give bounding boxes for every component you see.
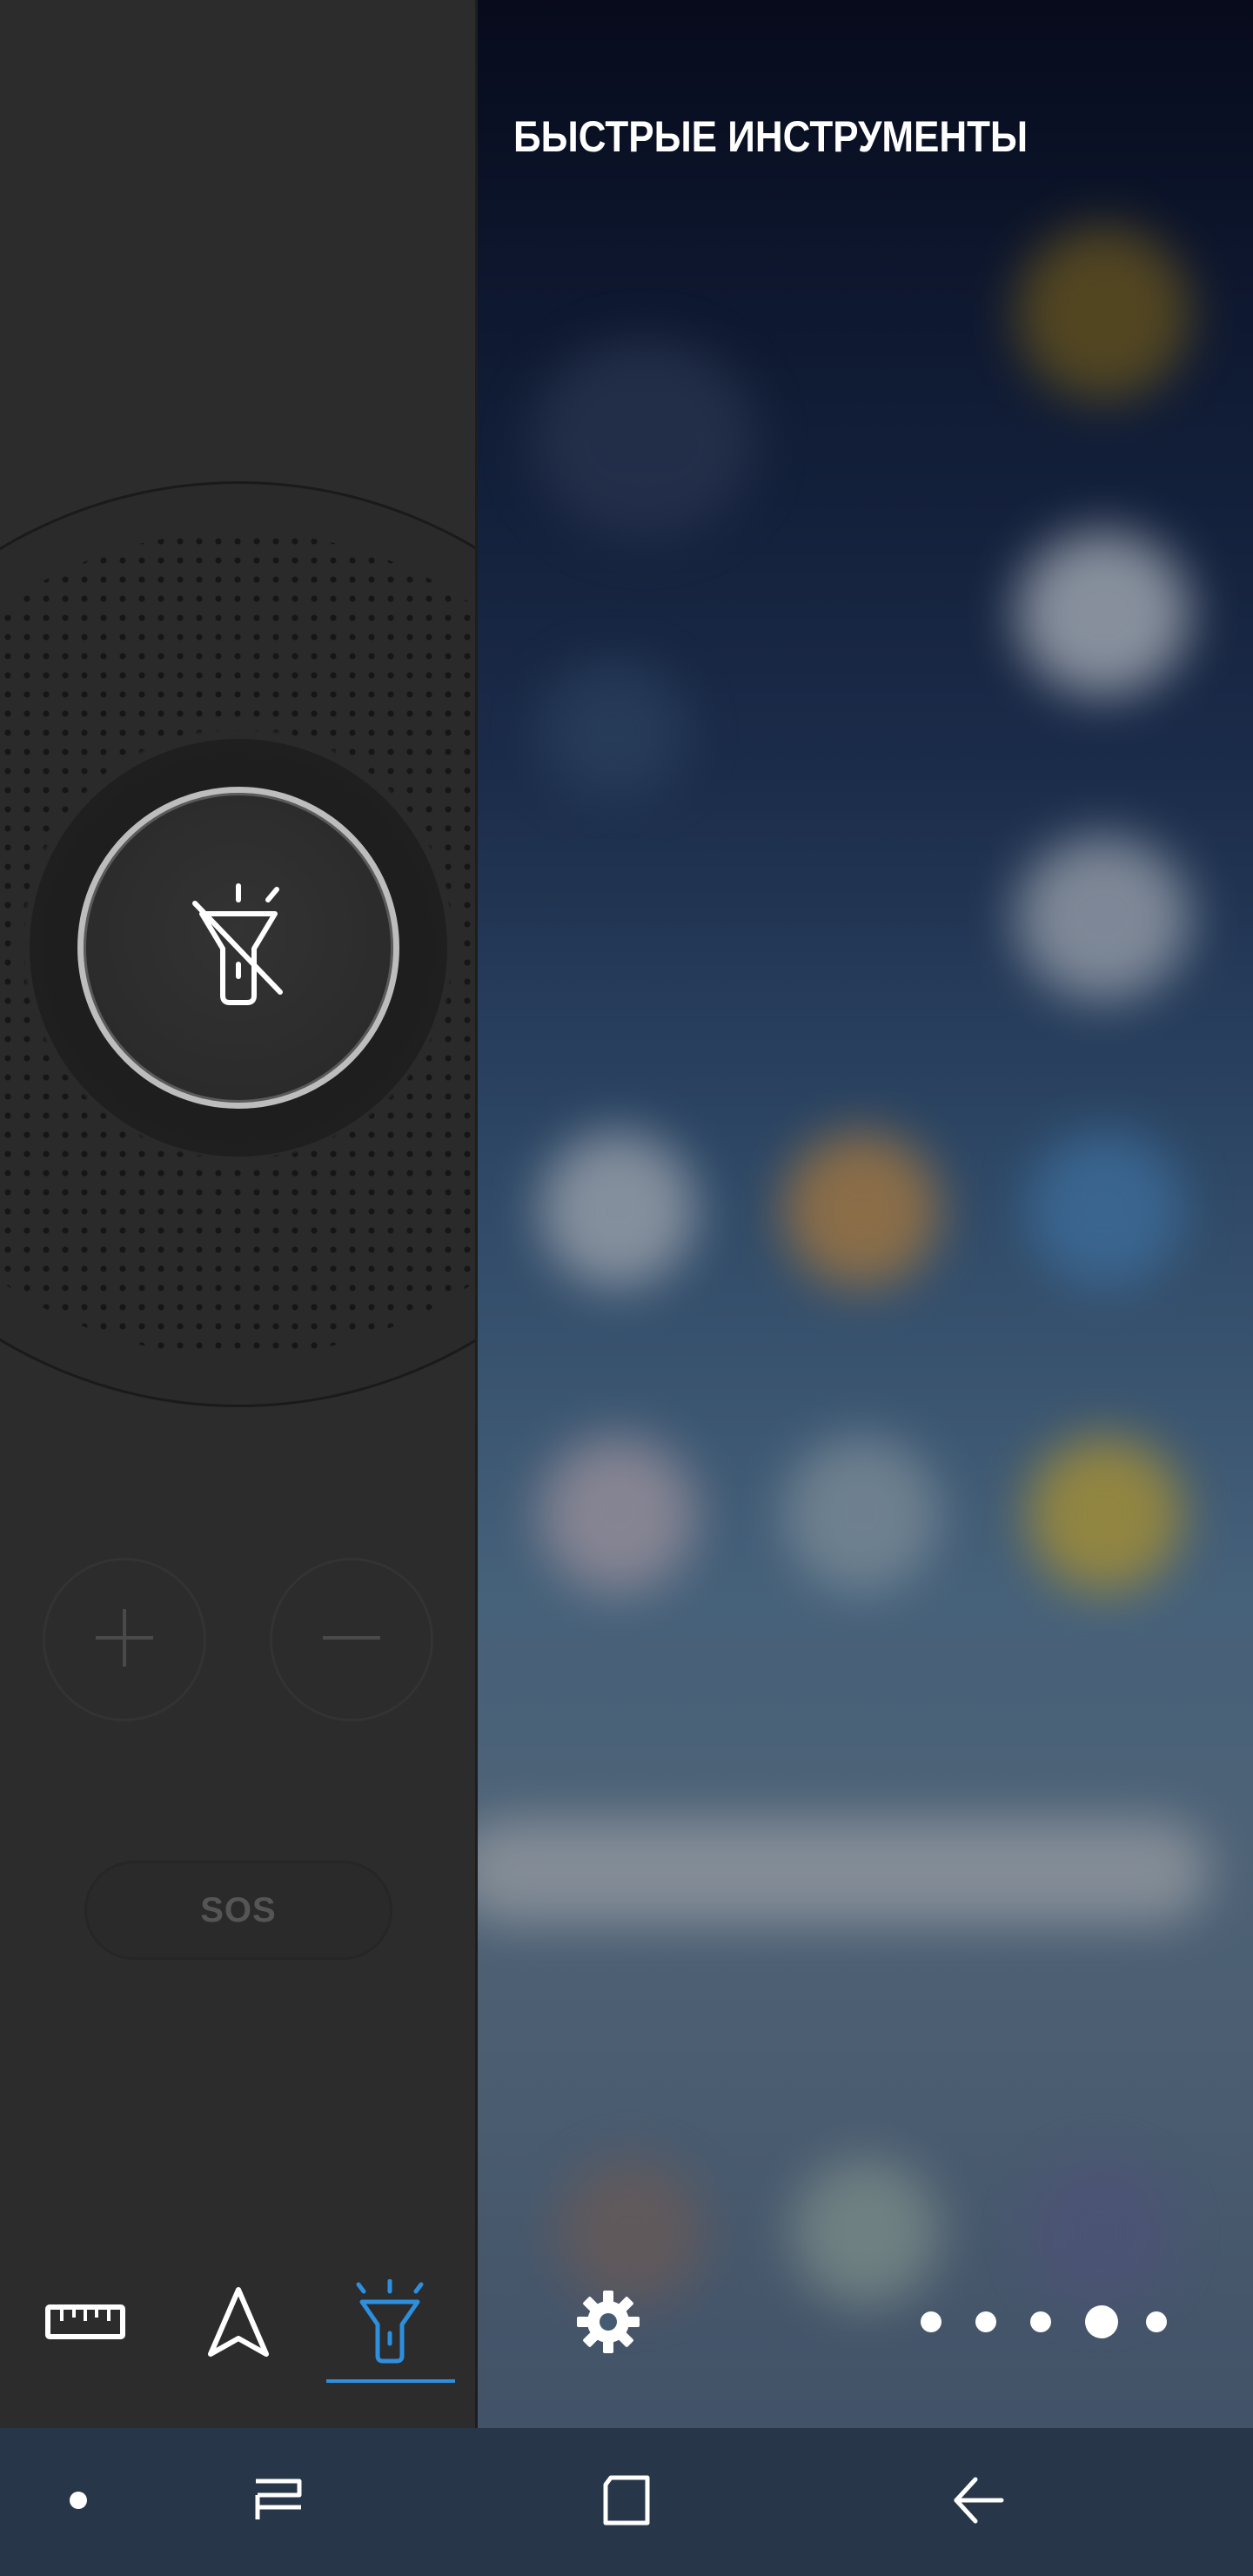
blurred-widget (531, 339, 757, 540)
blurred-app-icon (539, 1131, 696, 1288)
pager-dot[interactable] (921, 2311, 941, 2332)
flashlight-icon (355, 2278, 425, 2368)
navigation-bar (0, 2428, 1253, 2576)
blurred-app-icon (1027, 1436, 1183, 1593)
brightness-decrease-button[interactable] (270, 1558, 433, 1721)
blurred-dock-icon (792, 2158, 940, 2306)
plus-icon (94, 1607, 155, 1672)
pager-dot[interactable] (1030, 2311, 1051, 2332)
flashlight-toggle-button[interactable] (77, 787, 399, 1109)
blurred-dock-icon (557, 2158, 705, 2306)
blurred-app-icon (1016, 531, 1190, 696)
minus-icon (321, 1607, 382, 1672)
back-button[interactable] (935, 2428, 1022, 2576)
blurred-search-bar (452, 1819, 1209, 1923)
blurred-app-icon (539, 661, 687, 801)
recents-button[interactable] (235, 2428, 322, 2576)
home-icon (599, 2472, 654, 2532)
blurred-app-icon (1027, 1131, 1183, 1288)
home-button[interactable] (583, 2428, 670, 2576)
panel-title: БЫСТРЫЕ ИНСТРУМЕНТЫ (513, 112, 1029, 161)
blurred-app-icon (1016, 226, 1190, 400)
gear-icon (575, 2289, 641, 2358)
pager-dot-active[interactable] (1085, 2305, 1118, 2338)
active-tab-indicator (326, 2379, 455, 2383)
pager-dot[interactable] (975, 2311, 996, 2332)
compass-icon (205, 2284, 271, 2363)
blurred-app-icon (783, 1131, 940, 1288)
edge-panel-pager (921, 2304, 1201, 2339)
back-arrow-icon (951, 2472, 1007, 2532)
blurred-app-icon (1016, 835, 1190, 1001)
tab-flashlight[interactable] (342, 2276, 438, 2371)
edge-settings-button[interactable] (570, 2285, 647, 2362)
tab-ruler[interactable] (37, 2276, 133, 2371)
nav-dot-button[interactable] (52, 2428, 104, 2576)
quick-tools-edge-panel: SOS (0, 0, 478, 2428)
blurred-dock-icon (1027, 2158, 1175, 2306)
sos-button[interactable]: SOS (84, 1861, 392, 1960)
tab-compass[interactable] (191, 2276, 286, 2371)
ruler-icon (44, 2300, 126, 2347)
screen: БЫСТРЫЕ ИНСТРУМЕНТЫ SOS (0, 0, 1253, 2576)
blurred-app-icon (539, 1436, 696, 1593)
dot-icon (68, 2490, 89, 2514)
pager-dot[interactable] (1146, 2311, 1167, 2332)
flashlight-off-icon (186, 881, 291, 1015)
recents-icon (251, 2472, 306, 2532)
brightness-increase-button[interactable] (43, 1558, 206, 1721)
blurred-app-icon (783, 1436, 940, 1593)
